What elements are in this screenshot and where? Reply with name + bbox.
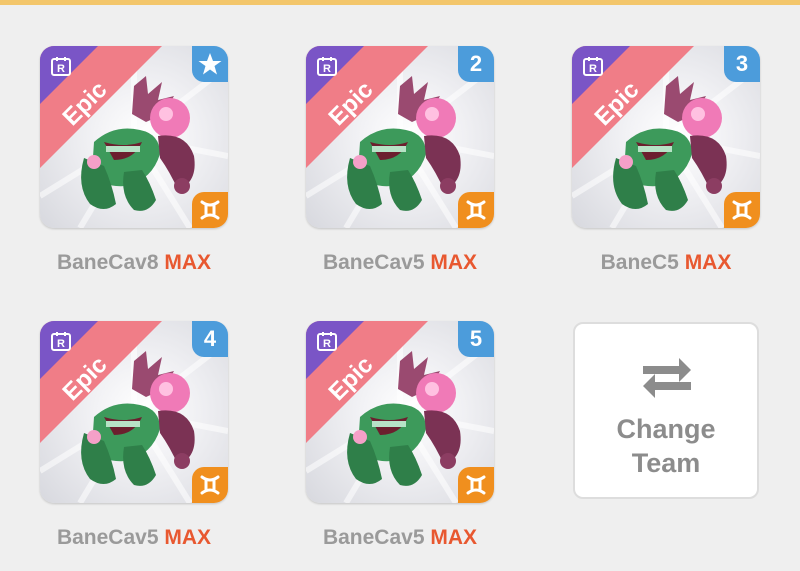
swap-arrows-icon xyxy=(643,358,691,398)
svg-text:R: R xyxy=(57,338,65,350)
max-level-tag: MAX xyxy=(684,251,732,274)
orange-class-icon xyxy=(192,192,228,228)
max-level-tag: MAX xyxy=(430,526,478,549)
monster-card[interactable]: R Epic 2 xyxy=(306,46,494,228)
r-icon: R xyxy=(317,332,337,351)
monster-name: BaneC5 xyxy=(600,251,679,274)
monster-name-line: BaneC5 MAX xyxy=(572,251,760,275)
svg-text:R: R xyxy=(57,63,65,75)
max-level-tag: MAX xyxy=(430,251,478,274)
monster-card[interactable]: R Epic 5 xyxy=(306,321,494,503)
monster-name-line: BaneCav5 MAX xyxy=(306,526,494,550)
monster-portrait xyxy=(81,76,195,211)
change-team-line2: Team xyxy=(631,448,701,478)
r-icon: R xyxy=(583,57,603,76)
svg-text:R: R xyxy=(323,63,331,75)
change-team-label: Change Team xyxy=(575,412,757,480)
r-icon: R xyxy=(51,57,71,76)
monster-card[interactable]: R Epic xyxy=(40,46,228,228)
r-icon: R xyxy=(317,57,337,76)
monster-name-line: BaneCav8 MAX xyxy=(40,251,228,275)
monster-name: BaneCav5 xyxy=(322,526,425,549)
monster-name: BaneCav8 xyxy=(56,251,159,274)
orange-class-icon xyxy=(192,467,228,503)
change-team-line1: Change xyxy=(616,414,716,444)
monster-name-line: BaneCav5 MAX xyxy=(306,251,494,275)
monster-portrait xyxy=(347,76,461,211)
orange-class-icon xyxy=(458,192,494,228)
monster-portrait xyxy=(81,351,195,486)
monster-name-line: BaneCav5 MAX xyxy=(40,526,228,550)
monster-name: BaneCav5 xyxy=(56,526,159,549)
orange-class-icon xyxy=(724,192,760,228)
svg-text:R: R xyxy=(323,338,331,350)
r-icon: R xyxy=(51,332,71,351)
monster-portrait xyxy=(613,76,727,211)
monster-portrait xyxy=(347,351,461,486)
monster-card[interactable]: R Epic 4 xyxy=(40,321,228,503)
change-team-button[interactable]: Change Team xyxy=(573,322,759,499)
monster-card[interactable]: R Epic 3 xyxy=(572,46,760,228)
max-level-tag: MAX xyxy=(164,251,212,274)
svg-text:R: R xyxy=(589,63,597,75)
monster-name: BaneCav5 xyxy=(322,251,425,274)
max-level-tag: MAX xyxy=(164,526,212,549)
orange-class-icon xyxy=(458,467,494,503)
top-rule xyxy=(0,0,800,5)
